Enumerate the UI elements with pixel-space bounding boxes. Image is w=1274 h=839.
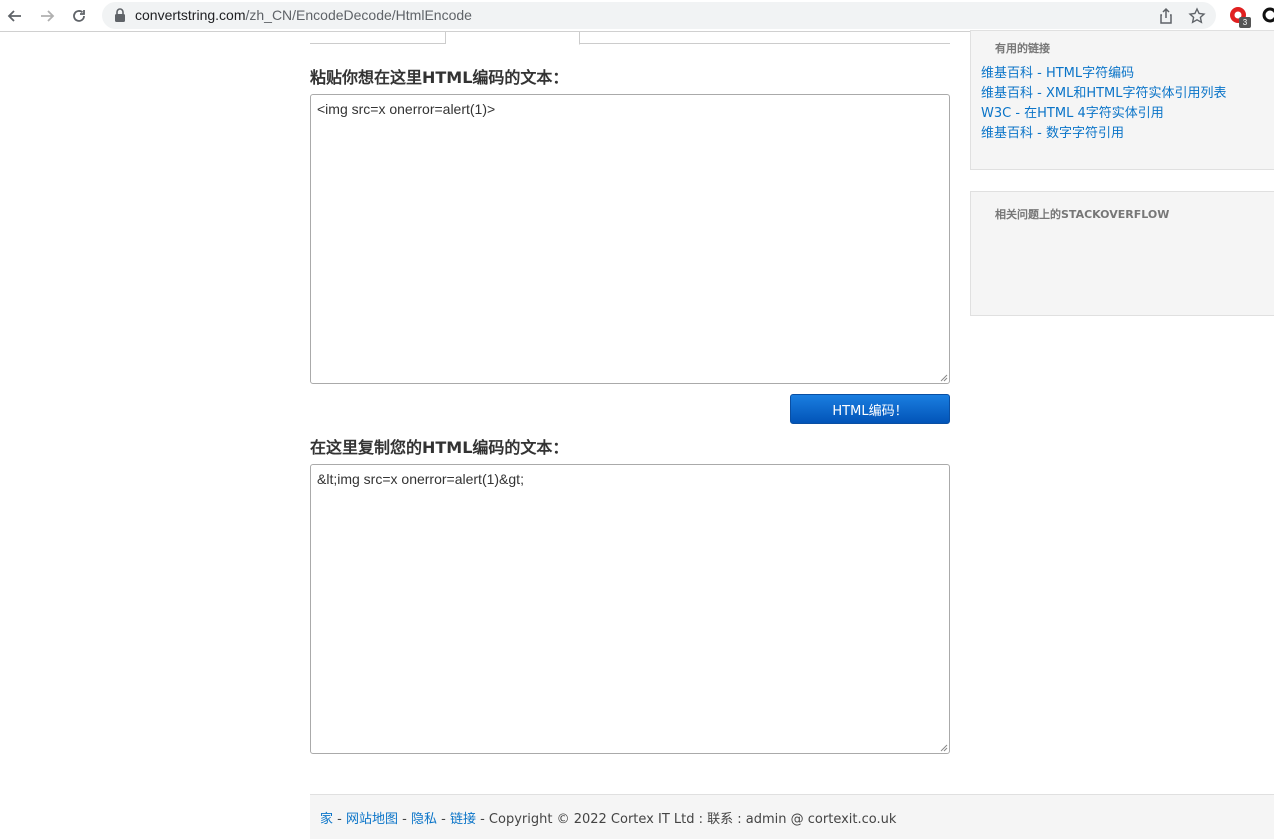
reload-icon xyxy=(73,10,85,22)
share-icon[interactable] xyxy=(1157,7,1175,25)
extension-icon-2[interactable] xyxy=(1261,6,1274,24)
lock-icon xyxy=(115,8,125,22)
tab-encode[interactable] xyxy=(310,32,446,44)
link-w3c-entities[interactable]: W3C - 在HTML 4字符实体引用 xyxy=(981,102,1164,121)
output-heading: 在这里复制您的HTML编码的文本： xyxy=(310,438,569,457)
url-domain: convertstring.com xyxy=(135,7,246,23)
forward-button[interactable] xyxy=(36,5,58,27)
link-wiki-numeric-ref[interactable]: 维基百科 - 数字字符引用 xyxy=(981,122,1124,141)
stackoverflow-title: 相关问题上的STACKOVERFLOW xyxy=(995,208,1170,221)
footer-links-link[interactable]: 链接 xyxy=(450,812,476,827)
footer-line: 家 - 网站地图 - 隐私 - 链接 - Copyright © 2022 Co… xyxy=(320,808,896,827)
back-arrow-icon xyxy=(7,10,21,22)
input-textarea[interactable]: <img src=x onerror=alert(1)> xyxy=(310,94,950,384)
bookmark-star-icon[interactable] xyxy=(1188,7,1206,25)
footer-sitemap-link[interactable]: 网站地图 xyxy=(346,812,398,827)
tab-strip xyxy=(310,32,950,45)
footer-sep: - xyxy=(333,812,346,827)
output-text: &lt;img src=x onerror=alert(1)&gt; xyxy=(317,471,524,487)
browser-toolbar: convertstring.com/zh_CN/EncodeDecode/Htm… xyxy=(0,0,1274,32)
address-bar[interactable]: convertstring.com/zh_CN/EncodeDecode/Htm… xyxy=(102,2,1216,29)
tab-decode[interactable] xyxy=(446,32,580,45)
link-wiki-html-encoding[interactable]: 维基百科 - HTML字符编码 xyxy=(981,62,1134,81)
useful-links-panel: 有用的链接 维基百科 - HTML字符编码 维基百科 - XML和HTML字符实… xyxy=(970,30,1274,170)
footer-sep: - xyxy=(436,812,450,827)
footer: 家 - 网站地图 - 隐私 - 链接 - Copyright © 2022 Co… xyxy=(310,794,1274,839)
link-wiki-entity-list[interactable]: 维基百科 - XML和HTML字符实体引用列表 xyxy=(981,82,1227,101)
back-button[interactable] xyxy=(4,5,26,27)
forward-arrow-icon xyxy=(41,10,55,22)
input-heading: 粘贴你想在这里HTML编码的文本： xyxy=(310,68,569,87)
resize-grip-icon[interactable] xyxy=(939,743,948,752)
resize-grip-icon[interactable] xyxy=(939,373,948,382)
reload-button[interactable] xyxy=(68,5,90,27)
useful-links-title: 有用的链接 xyxy=(995,42,1050,55)
stackoverflow-panel: 相关问题上的STACKOVERFLOW xyxy=(970,191,1274,316)
footer-home-link[interactable]: 家 xyxy=(320,812,333,827)
extension-badge: 3 xyxy=(1239,17,1251,28)
url-path: /zh_CN/EncodeDecode/HtmlEncode xyxy=(245,7,472,23)
html-encode-button[interactable]: HTML编码！ xyxy=(790,394,950,424)
output-textarea[interactable]: &lt;img src=x onerror=alert(1)&gt; xyxy=(310,464,950,754)
footer-sep: - xyxy=(398,812,411,827)
footer-copyright: - Copyright © 2022 Cortex IT Ltd : 联系 : … xyxy=(475,812,897,827)
input-text: <img src=x onerror=alert(1)> xyxy=(317,101,496,117)
url-text: convertstring.com/zh_CN/EncodeDecode/Htm… xyxy=(135,7,472,23)
footer-privacy-link[interactable]: 隐私 xyxy=(411,812,437,827)
